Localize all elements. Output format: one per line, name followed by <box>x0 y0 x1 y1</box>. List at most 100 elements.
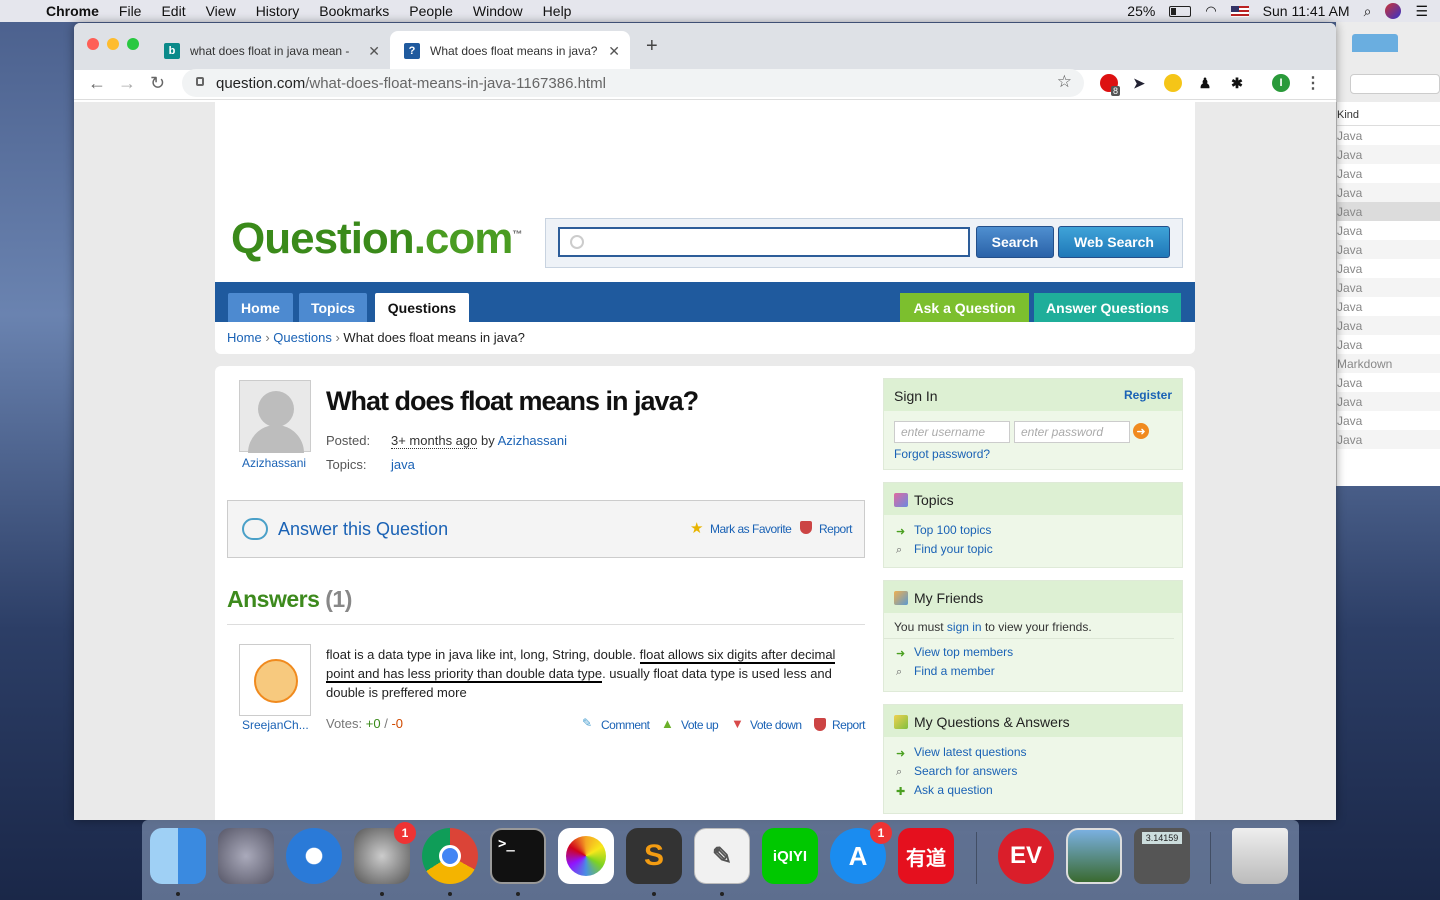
forgot-password-link[interactable]: Forgot password? <box>894 447 990 461</box>
wifi-icon[interactable]: ◠ <box>1205 3 1216 19</box>
menu-people[interactable]: People <box>409 3 453 19</box>
menu-window[interactable]: Window <box>473 3 523 19</box>
file-kind[interactable]: Java <box>1337 221 1440 240</box>
youdao-dictionary-icon[interactable]: 有道 <box>898 828 954 884</box>
close-tab-icon[interactable]: ✕ <box>368 43 380 60</box>
view-top-members-link[interactable]: ➜ View top members <box>884 645 1182 664</box>
find-member-link[interactable]: ⌕ Find a member <box>884 664 1182 683</box>
menu-bookmarks[interactable]: Bookmarks <box>319 3 389 19</box>
asker-name-link[interactable]: Azizhassani <box>242 456 306 470</box>
folder-icon[interactable] <box>1352 34 1398 52</box>
close-tab-icon[interactable]: ✕ <box>608 43 620 60</box>
answerer-avatar[interactable] <box>239 644 311 716</box>
file-kind[interactable]: Java <box>1337 316 1440 335</box>
sublime-text-icon[interactable]: S <box>626 828 682 884</box>
find-topic-link[interactable]: ⌕ Find your topic <box>884 542 1182 561</box>
file-kind[interactable]: Java <box>1337 297 1440 316</box>
file-kind[interactable]: Java <box>1337 202 1440 221</box>
terminal-icon[interactable]: >_ <box>490 828 546 884</box>
ask-question-link[interactable]: ✚ Ask a question <box>884 783 1182 802</box>
extension-cursor-icon[interactable]: ➤ <box>1130 74 1148 92</box>
zoom-window-button[interactable] <box>127 38 139 50</box>
chrome-menu-icon[interactable]: ⋮ <box>1304 74 1322 92</box>
tab-bing-search[interactable]: b what does float in java mean - ✕ <box>150 31 390 70</box>
nav-questions[interactable]: Questions <box>375 293 469 322</box>
calculator-icon[interactable]: 3.14159 <box>1134 828 1190 884</box>
top-topics-link[interactable]: ➜ Top 100 topics <box>884 523 1182 542</box>
menu-history[interactable]: History <box>256 3 300 19</box>
launchpad-rocket-icon[interactable] <box>218 828 274 884</box>
file-kind[interactable]: Java <box>1337 411 1440 430</box>
report-answer-link[interactable]: Report <box>832 718 866 732</box>
ask-question-button[interactable]: Ask a Question <box>900 293 1029 322</box>
spotlight-search-icon[interactable]: ⌕ <box>1364 3 1372 20</box>
system-preferences-gear-icon[interactable]: 1 <box>354 822 416 884</box>
textedit-icon[interactable]: ✎ <box>694 828 750 884</box>
input-source-flag-icon[interactable] <box>1230 5 1249 17</box>
topic-java-link[interactable]: java <box>391 457 415 472</box>
minimize-window-button[interactable] <box>107 38 119 50</box>
breadcrumb-questions[interactable]: Questions <box>273 330 332 345</box>
profile-avatar[interactable]: I <box>1272 74 1290 92</box>
file-kind[interactable]: Java <box>1337 126 1440 145</box>
menu-view[interactable]: View <box>206 3 236 19</box>
mark-favorite-link[interactable]: Mark as Favorite <box>710 522 792 536</box>
file-kind[interactable]: Markdown <box>1337 354 1440 373</box>
trash-icon[interactable] <box>1232 828 1288 884</box>
answerer-name-link[interactable]: SreejanCh... <box>242 718 309 732</box>
notification-center-icon[interactable]: ☰ <box>1415 3 1428 20</box>
app-store-icon[interactable]: A1 <box>830 822 892 884</box>
forward-arrow-icon[interactable]: → <box>118 73 136 94</box>
finder-icon[interactable] <box>150 828 206 884</box>
site-search-input[interactable] <box>558 227 970 257</box>
report-question-link[interactable]: Report <box>819 522 853 536</box>
expressvpn-icon[interactable]: EV <box>998 828 1054 884</box>
menu-help[interactable]: Help <box>543 3 572 19</box>
file-kind[interactable]: Java <box>1337 335 1440 354</box>
file-kind[interactable]: Java <box>1337 392 1440 411</box>
search-button[interactable]: Search <box>976 226 1054 258</box>
extension-ghost-icon[interactable] <box>1164 74 1182 92</box>
signin-go-arrow-icon[interactable]: ➜ <box>1133 423 1149 439</box>
file-kind[interactable]: Java <box>1337 430 1440 449</box>
close-window-button[interactable] <box>87 38 99 50</box>
file-kind[interactable]: Java <box>1337 164 1440 183</box>
iqiyi-icon[interactable]: iQIYI <box>762 828 818 884</box>
file-kind[interactable]: Java <box>1337 278 1440 297</box>
web-search-button[interactable]: Web Search <box>1058 226 1170 258</box>
file-kind[interactable]: Java <box>1337 183 1440 202</box>
preview-icon[interactable] <box>1066 828 1122 884</box>
answer-this-question-link[interactable]: Answer this Question <box>278 519 448 540</box>
register-link[interactable]: Register <box>1124 388 1172 402</box>
file-kind[interactable]: Java <box>1337 373 1440 392</box>
nav-home[interactable]: Home <box>228 293 293 322</box>
nav-topics[interactable]: Topics <box>299 293 367 322</box>
menu-file[interactable]: File <box>119 3 142 19</box>
file-kind[interactable]: Java <box>1337 259 1440 278</box>
extension-person-icon[interactable]: ♟ <box>1196 74 1214 92</box>
photos-icon[interactable] <box>558 828 614 884</box>
file-kind[interactable]: Java <box>1337 145 1440 164</box>
lock-icon[interactable] <box>196 77 204 86</box>
friends-signin-link[interactable]: sign in <box>947 620 982 634</box>
safari-compass-icon[interactable] <box>286 828 342 884</box>
tab-question-com[interactable]: ? What does float means in java? ✕ <box>390 31 630 70</box>
kind-column-header[interactable]: Kind <box>1337 102 1440 126</box>
menu-edit[interactable]: Edit <box>161 3 185 19</box>
view-latest-questions-link[interactable]: ➜ View latest questions <box>884 745 1182 764</box>
address-bar[interactable]: question.com/what-does-float-means-in-ja… <box>182 69 1084 97</box>
search-answers-link[interactable]: ⌕ Search for answers <box>884 764 1182 783</box>
author-link[interactable]: Azizhassani <box>498 433 567 448</box>
new-tab-button[interactable]: + <box>646 35 658 58</box>
app-menu[interactable]: Chrome <box>46 3 99 19</box>
breadcrumb-home[interactable]: Home <box>227 330 262 345</box>
file-kind[interactable]: Java <box>1337 240 1440 259</box>
asker-avatar[interactable] <box>239 380 311 453</box>
chrome-icon[interactable] <box>422 828 478 884</box>
bookmark-star-icon[interactable]: ☆ <box>1057 72 1072 92</box>
battery-percent[interactable]: 25% <box>1127 3 1155 19</box>
username-input[interactable]: enter username <box>894 421 1010 443</box>
back-arrow-icon[interactable]: ← <box>88 73 106 94</box>
reload-icon[interactable]: ↻ <box>150 73 165 94</box>
comment-link[interactable]: Comment <box>601 718 650 732</box>
